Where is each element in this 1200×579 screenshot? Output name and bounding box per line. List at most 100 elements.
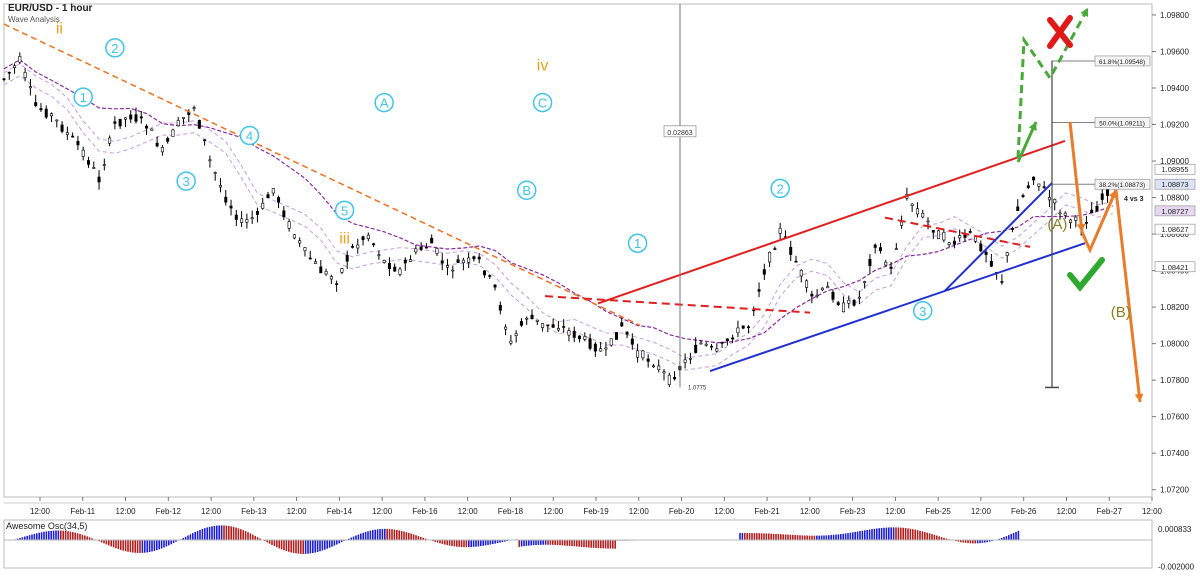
oscillator-bar xyxy=(208,526,211,540)
oscillator-bar xyxy=(763,533,765,540)
candle-body xyxy=(662,371,666,374)
candle-body xyxy=(203,139,207,142)
oscillator-bar xyxy=(465,540,468,548)
oscillator-bar xyxy=(972,540,974,544)
candle-body xyxy=(651,365,655,368)
candle-body xyxy=(182,117,186,119)
oscillator-bar xyxy=(163,540,165,548)
oscillator-bar xyxy=(789,534,792,540)
candle-body xyxy=(820,287,824,291)
oscillator-bar xyxy=(590,540,592,548)
oscillator-bar xyxy=(156,540,158,551)
candle-body xyxy=(430,237,434,244)
oscillator-bar xyxy=(367,531,369,540)
oscillator-bar xyxy=(160,540,163,549)
candle-body xyxy=(826,286,830,289)
candle-body xyxy=(139,116,143,119)
candle-body xyxy=(1090,209,1094,214)
candle-body xyxy=(504,326,508,330)
oscillator-bar xyxy=(196,530,199,540)
candle-body xyxy=(7,71,11,74)
price-label: 1.08727 xyxy=(1161,207,1188,216)
candle-body xyxy=(852,300,856,306)
candle-body xyxy=(81,149,85,157)
candle-body xyxy=(863,281,867,283)
wave-label: 2 xyxy=(777,181,784,196)
oscillator-bar xyxy=(931,534,933,540)
oscillator-bar xyxy=(40,532,43,540)
x-tick-label: Feb-12 xyxy=(156,507,182,516)
candle-body xyxy=(609,338,613,346)
candle-body xyxy=(1063,212,1067,216)
x-tick-label: Feb-21 xyxy=(754,507,780,516)
oscillator-bar xyxy=(612,540,614,549)
oscillator-bar xyxy=(576,540,578,547)
price-chart: 1.098001.096001.094001.092001.090001.088… xyxy=(2,3,1196,572)
x-tick-label: 12:00 xyxy=(1056,507,1077,516)
oscillator-bar xyxy=(393,529,396,540)
candle-body xyxy=(1047,197,1051,201)
oscillator-bar xyxy=(451,540,453,547)
oscillator-bar xyxy=(866,529,868,540)
oscillator-title: Awesome Osc(34,5) xyxy=(6,521,88,531)
candle-body xyxy=(989,260,993,267)
oscillator-bar xyxy=(189,534,192,540)
wave-label: B xyxy=(522,183,531,198)
wave-label: (B) xyxy=(1111,304,1131,321)
low-price-label: 1.0775 xyxy=(688,385,707,391)
candle-body xyxy=(556,328,560,331)
oscillator-bar xyxy=(338,540,340,544)
candle-body xyxy=(704,343,708,346)
oscillator-tick-label: 0.000833 xyxy=(1158,525,1192,534)
oscillator-bar xyxy=(914,529,916,540)
oscillator-bar xyxy=(852,532,854,540)
oscillator-bar xyxy=(108,540,110,546)
oscillator-bar xyxy=(585,540,588,548)
oscillator-bar xyxy=(57,530,60,540)
candle-body xyxy=(699,342,703,345)
candle-body xyxy=(1037,183,1041,187)
oscillator-bar xyxy=(583,540,585,548)
oscillator-bar xyxy=(895,527,897,540)
oscillator-bar xyxy=(907,528,909,540)
candle-body xyxy=(224,196,228,203)
oscillator-bar xyxy=(794,535,796,540)
candle-body xyxy=(1084,222,1088,224)
oscillator-bar xyxy=(187,535,189,540)
oscillator-bar xyxy=(1010,534,1012,540)
candle-body xyxy=(836,302,840,306)
oscillator-bar xyxy=(892,527,895,540)
oscillator-bar xyxy=(86,536,88,540)
oscillator-bar xyxy=(926,532,928,540)
oscillator-bar xyxy=(134,540,136,553)
candle-body xyxy=(319,266,323,274)
y-tick-label: 1.09800 xyxy=(1160,11,1189,20)
oscillator-bar xyxy=(76,533,79,540)
candle-body xyxy=(335,283,339,285)
x-tick-label: 12:00 xyxy=(30,507,51,516)
oscillator-bar xyxy=(249,533,252,540)
oscillator-bar xyxy=(403,531,405,540)
candle-body xyxy=(398,268,402,275)
oscillator-bar xyxy=(115,540,117,549)
oscillator-bar xyxy=(319,540,321,552)
chart-root: EUR/USD - 1 hour Wave Analysis Awesome O… xyxy=(0,0,1200,574)
oscillator-bar xyxy=(105,540,108,545)
candle-body xyxy=(799,269,803,277)
oscillator-bar xyxy=(400,530,403,540)
oscillator-bar xyxy=(801,535,804,540)
candle-body xyxy=(931,230,935,233)
candle-body xyxy=(329,276,333,280)
y-tick-label: 1.08800 xyxy=(1160,194,1189,203)
oscillator-bar xyxy=(482,540,484,546)
candle-body xyxy=(240,218,244,223)
oscillator-bar xyxy=(746,533,748,540)
candle-body xyxy=(673,377,677,380)
oscillator-bar xyxy=(933,534,936,540)
oscillator-bar xyxy=(614,540,616,549)
candle-body xyxy=(894,248,898,250)
candle-body xyxy=(562,326,566,328)
wave-label: C xyxy=(538,96,547,111)
oscillator-bar xyxy=(307,540,309,554)
oscillator-bar xyxy=(813,535,816,540)
